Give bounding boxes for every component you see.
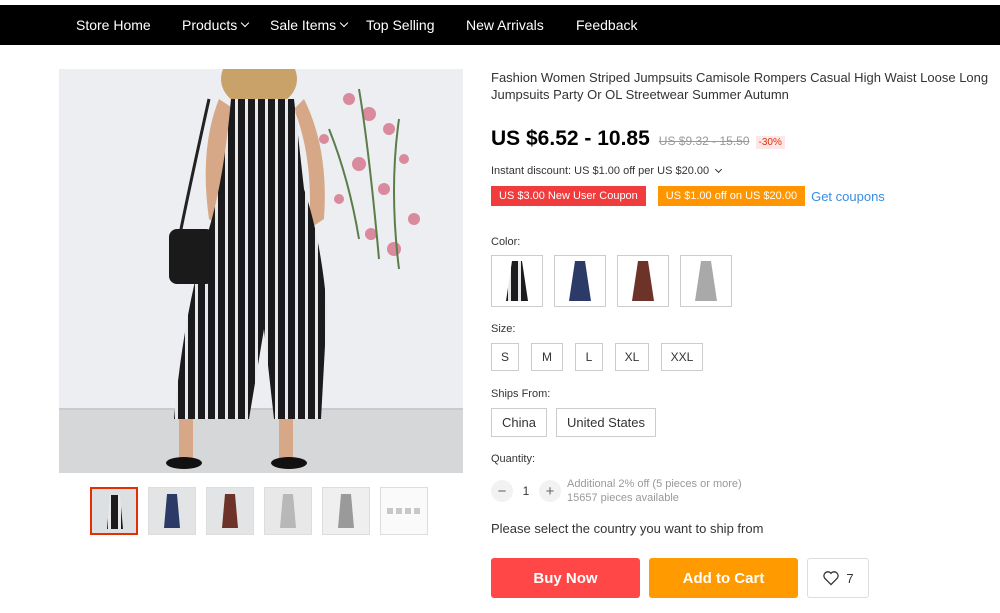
color-swatch-brown[interactable] [617, 255, 669, 307]
thumbnail-gray[interactable] [264, 487, 312, 535]
thumbnail-brown[interactable] [206, 487, 254, 535]
nav-label: Feedback [576, 17, 638, 33]
add-to-cart-button[interactable]: Add to Cart [649, 558, 798, 598]
thumbnail-image [92, 489, 136, 533]
decrease-quantity-button[interactable]: − [491, 480, 513, 502]
thumbnail-light-gray[interactable] [322, 487, 370, 535]
store-nav: Store Home Products Sale Items Top Selli… [76, 5, 656, 45]
nav-sale-items[interactable]: Sale Items [270, 17, 366, 33]
main-product-image[interactable] [59, 69, 463, 473]
coupon-row: US $3.00 New User Coupon US $1.00 off on… [491, 186, 885, 206]
color-swatch-light-gray[interactable] [680, 255, 732, 307]
ships-from-china[interactable]: China [491, 408, 547, 437]
swatch-image [506, 261, 528, 301]
thumbnail-strip [90, 487, 438, 535]
increase-quantity-button[interactable]: + [539, 480, 561, 502]
stock-available-text: 15657 pieces available [567, 492, 679, 504]
thumbnail-image [149, 488, 195, 534]
thumbnail-image [323, 488, 369, 534]
current-price: US $6.52 - 10.85 [491, 127, 650, 150]
wishlist-count: 7 [846, 570, 854, 586]
size-option-xl[interactable]: XL [615, 343, 649, 371]
chevron-down-icon [715, 165, 723, 174]
nav-feedback[interactable]: Feedback [576, 17, 656, 33]
nav-label: Sale Items [270, 17, 337, 33]
quantity-label: Quantity: [491, 453, 536, 465]
nav-products[interactable]: Products [182, 17, 270, 33]
color-swatches [491, 255, 743, 307]
color-swatch-black[interactable] [491, 255, 543, 307]
product-details: Fashion Women Striped Jumpsuits Camisole… [491, 69, 991, 598]
thumbnail-image [265, 488, 311, 534]
original-price: US $9.32 - 15.50 [658, 134, 750, 148]
size-options: S M L XL XXL [491, 343, 715, 371]
size-option-s[interactable]: S [491, 343, 519, 371]
nav-label: Top Selling [366, 17, 435, 33]
chevron-down-icon [241, 18, 250, 28]
nav-store-home[interactable]: Store Home [76, 17, 182, 33]
size-option-xxl[interactable]: XXL [661, 343, 703, 371]
instant-discount[interactable]: Instant discount: US $1.00 off per US $2… [491, 165, 723, 177]
color-label: Color: [491, 236, 521, 248]
nav-label: New Arrivals [466, 17, 544, 33]
price-row: US $6.52 - 10.85 US $9.32 - 15.50 -30% [491, 127, 785, 151]
size-option-l[interactable]: L [575, 343, 603, 371]
bulk-discount-text: Additional 2% off (5 pieces or more) [567, 478, 742, 490]
nav-label: Store Home [76, 17, 151, 33]
wishlist-button[interactable]: 7 [807, 558, 869, 598]
quantity-value[interactable]: 1 [513, 484, 539, 498]
thumbnail-navy[interactable] [148, 487, 196, 535]
product-photo [59, 69, 463, 473]
get-coupons-link[interactable]: Get coupons [811, 189, 885, 204]
ships-from-options: China United States [491, 408, 665, 437]
nav-top-selling[interactable]: Top Selling [366, 17, 466, 33]
swatch-image [569, 261, 591, 301]
thumbnail-image [381, 488, 427, 534]
nav-new-arrivals[interactable]: New Arrivals [466, 17, 576, 33]
swatch-image [695, 261, 717, 301]
ship-country-prompt: Please select the country you want to sh… [491, 521, 764, 536]
ships-from-united-states[interactable]: United States [555, 408, 657, 437]
thumbnail-size-chart[interactable] [380, 487, 428, 535]
quantity-info: Additional 2% off (5 pieces or more) 156… [567, 477, 742, 505]
thumbnail-black[interactable] [90, 487, 138, 535]
new-user-coupon[interactable]: US $3.00 New User Coupon [491, 186, 646, 206]
size-label: Size: [491, 323, 516, 335]
thumbnail-image [207, 488, 253, 534]
size-option-m[interactable]: M [531, 343, 563, 371]
nav-label: Products [182, 17, 238, 33]
purchase-actions: Buy Now Add to Cart 7 [491, 558, 869, 598]
ships-from-label: Ships From: [491, 388, 551, 400]
quantity-stepper: − 1 + Additional 2% off (5 pieces or mor… [491, 477, 742, 505]
heart-icon [823, 571, 840, 586]
discount-badge: -30% [755, 136, 785, 149]
store-coupon[interactable]: US $1.00 off on US $20.00 [657, 186, 806, 206]
swatch-image [632, 261, 654, 301]
buy-now-button[interactable]: Buy Now [491, 558, 640, 598]
chevron-down-icon [339, 18, 349, 28]
color-swatch-navy[interactable] [554, 255, 606, 307]
top-nav-bar: Store Home Products Sale Items Top Selli… [0, 5, 1000, 45]
product-title: Fashion Women Striped Jumpsuits Camisole… [491, 70, 989, 102]
instant-discount-text: Instant discount: US $1.00 off per US $2… [491, 165, 710, 177]
